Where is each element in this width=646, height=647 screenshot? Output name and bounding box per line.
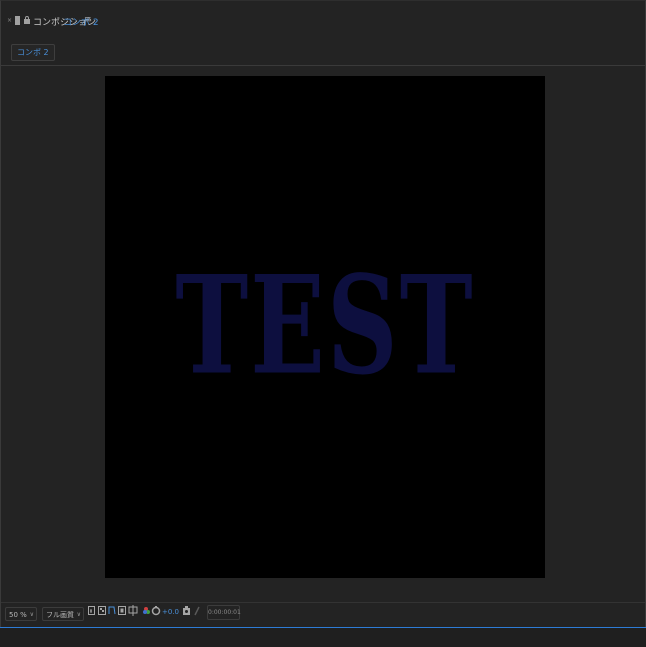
show-snapshot-icon[interactable] — [194, 606, 200, 616]
grid-guides-icon[interactable] — [128, 605, 138, 616]
hamburger-menu-icon[interactable]: ≡ — [84, 15, 92, 25]
resolution-value: フル画質 — [46, 611, 74, 619]
composition-panel: × コンポジション コンポ 2 ≡ コンポ 2 TEST 50 % ∨ フル画質… — [0, 0, 646, 628]
panel-color-icon — [15, 16, 20, 25]
tab-composition[interactable]: コンポ 2 — [11, 44, 55, 61]
channel-icons — [143, 606, 161, 616]
composition-name[interactable]: コンポ 2 — [63, 15, 99, 28]
color-channel-icon[interactable] — [143, 607, 150, 614]
snapshot-icon[interactable] — [88, 606, 95, 615]
toolbar-view-icons — [88, 605, 138, 616]
composition-canvas[interactable]: TEST — [105, 76, 545, 578]
camera-icon[interactable] — [183, 606, 190, 615]
timecode-display[interactable]: 0:00:00:01 — [207, 605, 241, 620]
panel-header: × コンポジション コンポ 2 ≡ — [1, 1, 645, 39]
resolution-select[interactable]: フル画質 ∨ — [42, 607, 84, 621]
reset-exposure-icon[interactable] — [151, 606, 161, 616]
canvas-text-layer[interactable]: TEST — [105, 257, 545, 396]
lock-icon[interactable] — [24, 16, 30, 24]
transparency-grid-icon[interactable] — [98, 606, 106, 615]
mask-visibility-icon[interactable] — [108, 606, 116, 615]
composition-viewer[interactable]: TEST — [1, 66, 645, 602]
chevron-down-icon: ∨ — [29, 611, 34, 618]
chevron-down-icon: ∨ — [76, 611, 81, 618]
composition-tab-strip: コンポ 2 — [1, 39, 645, 66]
zoom-select[interactable]: 50 % ∨ — [5, 607, 37, 621]
timeline-panel-edge — [0, 627, 646, 647]
snapshot-icons — [183, 606, 200, 616]
zoom-value: 50 % — [9, 611, 27, 619]
region-of-interest-icon[interactable] — [118, 606, 126, 615]
exposure-value[interactable]: +0.0 — [162, 605, 179, 619]
close-icon[interactable]: × — [7, 17, 12, 24]
